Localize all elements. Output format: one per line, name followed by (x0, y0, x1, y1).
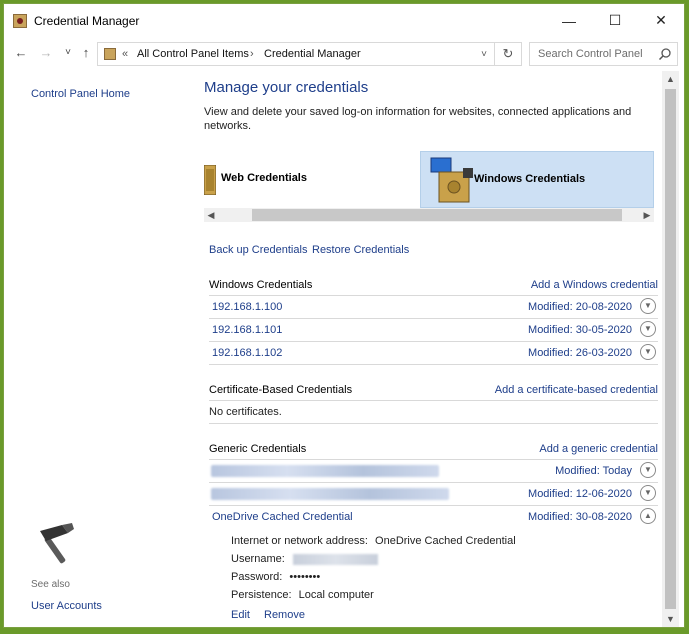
expand-chevron-icon[interactable]: ▼ (640, 462, 656, 478)
breadcrumb-credential-manager[interactable]: Credential Manager (264, 48, 361, 60)
horizontal-scrollbar[interactable]: ◀ ▶ (204, 208, 654, 222)
expand-chevron-icon[interactable]: ▼ (640, 344, 656, 360)
credential-manager-window: Credential Manager — ☐ ✕ ← → ˅ ↑ « All C… (3, 3, 685, 628)
vertical-scrollbar[interactable]: ▲ ▼ (662, 71, 679, 627)
certificate-credentials-header: Certificate-Based Credentials Add a cert… (209, 380, 658, 401)
section-title: Generic Credentials (209, 443, 307, 455)
credential-type-tabs: Web Credentials Windows Credentials (204, 151, 654, 208)
refresh-icon[interactable]: ↻ (494, 43, 521, 65)
credential-manager-icon (13, 14, 27, 28)
up-arrow-icon[interactable]: ↑ (77, 44, 95, 62)
maximize-button[interactable]: ☐ (592, 4, 638, 37)
add-windows-credential-link[interactable]: Add a Windows credential (531, 279, 658, 291)
generic-credentials-header: Generic Credentials Add a generic creden… (209, 439, 658, 460)
forward-arrow-icon[interactable]: → (37, 44, 55, 62)
address-value: OneDrive Cached Credential (375, 535, 516, 547)
credential-name[interactable]: 192.168.1.101 (212, 324, 282, 336)
credential-modified: Modified: 30-08-2020 (528, 511, 632, 523)
redacted-username (292, 553, 378, 565)
credential-modified: Modified: 26-03-2020 (528, 347, 632, 359)
add-certificate-credential-link[interactable]: Add a certificate-based credential (495, 384, 658, 396)
tab-web-credentials[interactable]: Web Credentials (204, 151, 420, 208)
credential-name[interactable]: 192.168.1.102 (212, 347, 282, 359)
credential-modified: Modified: 12-06-2020 (528, 488, 632, 500)
control-panel-home-link[interactable]: Control Panel Home (31, 88, 130, 100)
window-title: Credential Manager (34, 14, 140, 28)
navigation-bar: ← → ˅ ↑ « All Control Panel Items › Cred… (4, 37, 684, 71)
title-bar: Credential Manager — ☐ ✕ (4, 4, 684, 37)
credential-modified: Modified: Today (555, 465, 632, 477)
section-title: Windows Credentials (209, 279, 313, 291)
left-navigation-pane: Control Panel Home See also User Account… (4, 71, 194, 627)
horizontal-scroll-thumb[interactable] (252, 209, 622, 221)
password-value: •••••••• (289, 571, 321, 583)
expand-chevron-icon[interactable]: ▼ (640, 321, 656, 337)
search-input[interactable]: Search Control Panel (529, 42, 678, 66)
tab-web-credentials-label: Web Credentials (221, 172, 307, 184)
redacted-credential-name[interactable] (211, 488, 449, 500)
scroll-down-icon[interactable]: ▼ (662, 611, 679, 627)
credential-row[interactable]: Modified: Today ▼ (209, 460, 658, 483)
collapse-chevron-icon[interactable]: ▲ (640, 508, 656, 524)
password-label: Password: (231, 571, 283, 583)
scroll-up-icon[interactable]: ▲ (662, 71, 679, 87)
tab-windows-credentials[interactable]: Windows Credentials (420, 151, 654, 208)
no-certificates-row: No certificates. (209, 401, 658, 424)
credential-username: Username: (231, 553, 378, 565)
credential-persistence: Persistence: Local computer (231, 589, 374, 601)
vertical-scroll-thumb[interactable] (665, 89, 676, 609)
breadcrumb-overflow[interactable]: « (122, 48, 128, 60)
no-certificates-text: No certificates. (209, 406, 282, 418)
page-description: View and delete your saved log-on inform… (204, 106, 632, 132)
expand-chevron-icon[interactable]: ▼ (640, 298, 656, 314)
tab-windows-credentials-label: Windows Credentials (474, 173, 586, 185)
credential-address: Internet or network address: OneDrive Ca… (231, 535, 516, 547)
address-dropdown-icon[interactable]: ˅ (475, 46, 493, 64)
main-content: Manage your credentials View and delete … (194, 71, 662, 627)
address-bar[interactable]: « All Control Panel Items › Credential M… (97, 42, 522, 66)
web-vault-icon (204, 165, 216, 195)
scroll-right-icon[interactable]: ▶ (640, 208, 654, 222)
credential-row[interactable]: Modified: 12-06-2020 ▼ (209, 483, 658, 506)
back-arrow-icon[interactable]: ← (12, 44, 30, 62)
redacted-credential-name[interactable] (211, 465, 439, 477)
credential-name[interactable]: 192.168.1.100 (212, 301, 282, 313)
credential-row[interactable]: 192.168.1.101 Modified: 30-05-2020 ▼ (209, 319, 658, 342)
address-label: Internet or network address: (231, 535, 368, 547)
windows-credentials-header: Windows Credentials Add a Windows creden… (209, 275, 658, 296)
restore-credentials-link[interactable]: Restore Credentials (312, 244, 409, 256)
persistence-label: Persistence: (231, 589, 292, 601)
see-also-label: See also (31, 579, 70, 590)
add-generic-credential-link[interactable]: Add a generic credential (539, 443, 658, 455)
control-panel-icon (104, 48, 116, 60)
scroll-left-icon[interactable]: ◀ (204, 208, 218, 222)
breadcrumb-separator: › (250, 48, 254, 60)
user-accounts-link[interactable]: User Accounts (31, 600, 102, 612)
credential-modified: Modified: 20-08-2020 (528, 301, 632, 313)
windows-vault-icon (430, 157, 473, 203)
minimize-button[interactable]: — (546, 4, 592, 37)
expand-chevron-icon[interactable]: ▼ (640, 485, 656, 501)
edit-credential-link[interactable]: Edit (231, 609, 250, 621)
credential-row[interactable]: 192.168.1.102 Modified: 26-03-2020 ▼ (209, 342, 658, 365)
remove-credential-link[interactable]: Remove (260, 607, 309, 623)
back-up-credentials-link[interactable]: Back up Credentials (209, 244, 307, 256)
credential-row-expanded[interactable]: OneDrive Cached Credential Modified: 30-… (209, 506, 658, 528)
recent-locations-chevron-icon[interactable]: ˅ (59, 44, 77, 62)
search-placeholder: Search Control Panel (538, 48, 643, 60)
credential-modified: Modified: 30-05-2020 (528, 324, 632, 336)
page-title: Manage your credentials (204, 79, 369, 96)
section-title: Certificate-Based Credentials (209, 384, 353, 396)
search-icon[interactable] (658, 47, 672, 61)
persistence-value: Local computer (298, 589, 374, 601)
credential-password: Password: •••••••• (231, 571, 320, 583)
credential-name[interactable]: OneDrive Cached Credential (212, 511, 353, 523)
close-button[interactable]: ✕ (638, 4, 684, 37)
credential-row[interactable]: 192.168.1.100 Modified: 20-08-2020 ▼ (209, 296, 658, 319)
username-label: Username: (231, 553, 285, 565)
hammer-logo-icon (40, 523, 74, 564)
breadcrumb-all-control-panel-items[interactable]: All Control Panel Items (137, 48, 249, 60)
